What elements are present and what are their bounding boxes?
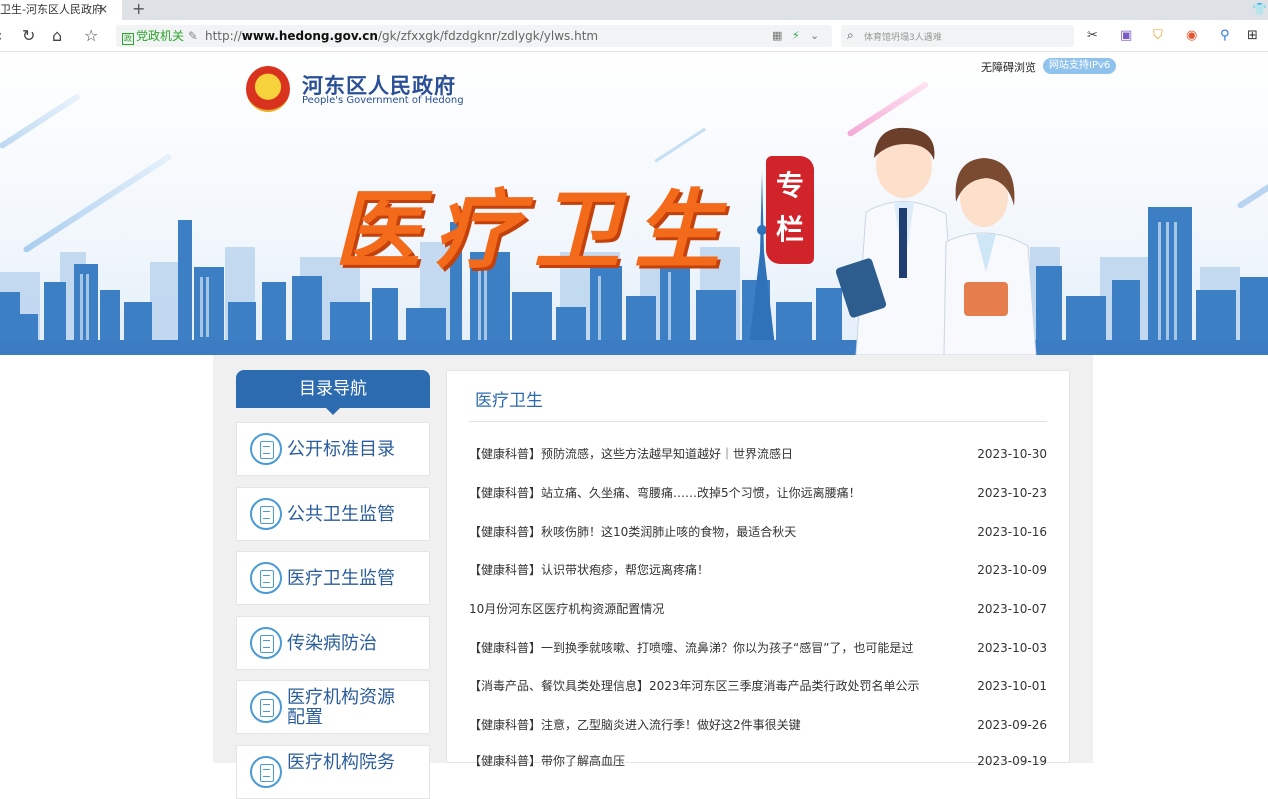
article-title[interactable]: 10月份河东区医疗机构资源配置情况 (469, 601, 664, 617)
back-icon[interactable]: ‹ (0, 26, 2, 46)
article-row[interactable]: 【健康科普】一到换季就咳嗽、打喷嚏、流鼻涕？你以为孩子“感冒”了，也可能是过 2… (469, 640, 1047, 658)
chevron-down-icon[interactable]: ⌄ (810, 28, 819, 44)
magnifier-icon[interactable]: ⚲ (1220, 27, 1230, 45)
site-name-en: People's Government of Hedong (302, 95, 464, 106)
sidebar-item-standard-catalog[interactable]: 公开标准目录 (236, 422, 430, 476)
article-date: 2023-10-01 (977, 679, 1047, 693)
article-row[interactable]: 【健康科普】预防流感，这些方法越早知道越好｜世界流感日 2023-10-30 (469, 446, 1047, 464)
skin-icon[interactable]: 👕 (1252, 2, 1267, 16)
header-banner: 河东区人民政府 People's Government of Hedong 无障… (0, 52, 1268, 355)
article-title[interactable]: 【健康科普】预防流感，这些方法越早知道越好｜世界流感日 (469, 446, 793, 462)
national-emblem-logo (246, 66, 290, 112)
divider (469, 421, 1047, 422)
article-title[interactable]: 【消毒产品、餐饮具类处理信息】2023年河东区三季度消毒产品类行政处罚名单公示 (469, 678, 920, 694)
url-text[interactable]: http://www.hedong.gov.cn/gk/zfxxgk/fdzdg… (205, 29, 598, 43)
article-row[interactable]: 【健康科普】站立痛、久坐痛、弯腰痛……改掉5个习惯，让你远离腰痛！ 2023-1… (469, 485, 1047, 503)
doctors-illustration (836, 127, 1037, 355)
sidebar-item-label: 医疗机构资源配置 (287, 687, 395, 728)
article-row[interactable]: 【健康科普】带你了解高血压 2023-09-19 (469, 753, 1047, 771)
article-date: 2023-10-09 (977, 563, 1047, 577)
search-box[interactable]: ⌕ 体育馆坍塌3人遇难 (841, 25, 1074, 47)
sidebar-item-resource-allocation[interactable]: 医疗机构资源配置 (236, 680, 430, 734)
address-bar[interactable]: 政党政机关 ✎ http://www.hedong.gov.cn/gk/zfxx… (116, 25, 832, 47)
article-date: 2023-10-23 (977, 486, 1047, 500)
shield-icon[interactable]: ⛉ (1153, 27, 1163, 45)
document-icon (250, 562, 282, 594)
article-title[interactable]: 【健康科普】一到换季就咳嗽、打喷嚏、流鼻涕？你以为孩子“感冒”了，也可能是过 (469, 640, 913, 656)
document-icon (250, 691, 282, 723)
bookmark-star-icon[interactable]: ☆ (84, 26, 98, 46)
document-icon (250, 756, 282, 788)
article-row[interactable]: 【健康科普】秋咳伤肺！这10类润肺止咳的食物，最适合秋天 2023-10-16 (469, 524, 1047, 542)
browser-tab[interactable]: 卫生-河东区人民政府 × (0, 0, 122, 20)
banner-title: 医疗卫生 (334, 180, 734, 281)
sidebar-item-label: 公共卫生监管 (287, 504, 395, 525)
url-path: /gk/zfxxgk/fdzdgknr/zdlygk/ylws.htm (377, 29, 599, 43)
url-domain: www.hedong.gov.cn (241, 29, 378, 43)
translate-icon[interactable]: ▣ (1120, 27, 1132, 45)
qr-code-icon[interactable]: ▦ (772, 28, 782, 44)
ipv6-badge: 网站支持IPv6 (1043, 58, 1117, 74)
search-icon: ⌕ (847, 28, 854, 42)
article-date: 2023-09-26 (977, 718, 1047, 732)
article-title[interactable]: 【健康科普】站立痛、久坐痛、弯腰痛……改掉5个习惯，让你远离腰痛！ (469, 485, 861, 501)
article-row[interactable]: 【健康科普】注意，乙型脑炎进入流行季！做好这2件事很关键 2023-09-26 (469, 717, 1047, 735)
browser-toolbar: ‹ ↻ ⌂ ☆ 政党政机关 ✎ http://www.hedong.gov.cn… (0, 20, 1268, 52)
document-icon (250, 498, 282, 530)
document-icon (250, 433, 282, 465)
browser-tab-bar: 卫生-河东区人民政府 × + 👕 (0, 0, 1268, 20)
sidebar-heading: 目录导航 (236, 370, 430, 415)
article-title[interactable]: 【健康科普】认识带状疱疹，帮您远离疼痛！ (469, 562, 709, 578)
sidebar-item-label: 公开标准目录 (287, 439, 395, 460)
new-tab-icon[interactable]: + (132, 0, 145, 18)
article-date: 2023-10-16 (977, 525, 1047, 539)
search-placeholder: 体育馆坍塌3人遇难 (864, 33, 942, 43)
article-title[interactable]: 【健康科普】秋咳伤肺！这10类润肺止咳的食物，最适合秋天 (469, 524, 796, 540)
sidebar-item-medical-supervision[interactable]: 医疗卫生监管 (236, 551, 430, 605)
gov-cert-badge[interactable]: 政党政机关 ✎ (122, 28, 198, 45)
sidebar-item-label: 医疗卫生监管 (287, 568, 395, 589)
document-icon (250, 627, 282, 659)
game-icon[interactable]: ◉ (1186, 27, 1197, 45)
article-date: 2023-09-19 (977, 754, 1047, 768)
article-row[interactable]: 【消毒产品、餐饮具类处理信息】2023年河东区三季度消毒产品类行政处罚名单公示 … (469, 678, 1047, 696)
panel-title: 医疗卫生 (475, 391, 543, 411)
article-list-panel: 医疗卫生 【健康科普】预防流感，这些方法越早知道越好｜世界流感日 2023-10… (446, 370, 1070, 768)
apps-grid-icon[interactable]: ⊞ (1247, 27, 1258, 45)
sidebar-item-label: 传染病防治 (287, 633, 377, 654)
cert-icon: 政 (122, 33, 134, 45)
lightning-icon[interactable]: ⚡ (792, 28, 800, 44)
sidebar-item-infectious-disease[interactable]: 传染病防治 (236, 616, 430, 670)
tab-title: 卫生-河东区人民政府 (0, 3, 103, 16)
home-icon[interactable]: ⌂ (52, 26, 62, 46)
accessibility-link[interactable]: 无障碍浏览 (981, 59, 1036, 75)
article-title[interactable]: 【健康科普】带你了解高血压 (469, 753, 625, 769)
scissors-icon[interactable]: ✂ (1087, 27, 1098, 45)
sidebar-item-label: 医疗机构院务 (287, 752, 395, 773)
article-date: 2023-10-30 (977, 447, 1047, 461)
article-title[interactable]: 【健康科普】注意，乙型脑炎进入流行季！做好这2件事很关键 (469, 717, 801, 733)
url-prefix: http:// (205, 29, 242, 43)
reload-icon[interactable]: ↻ (22, 26, 35, 46)
article-row[interactable]: 【健康科普】认识带状疱疹，帮您远离疼痛！ 2023-10-09 (469, 562, 1047, 580)
article-row[interactable]: 10月份河东区医疗机构资源配置情况 2023-10-07 (469, 601, 1047, 619)
banner-seal: 专栏 (766, 156, 814, 264)
article-date: 2023-10-03 (977, 641, 1047, 655)
sidebar-item-hospital-affairs[interactable]: 医疗机构院务 (236, 745, 430, 799)
sidebar-item-public-health[interactable]: 公共卫生监管 (236, 487, 430, 541)
article-date: 2023-10-07 (977, 602, 1047, 616)
tab-close-icon[interactable]: × (98, 0, 110, 19)
cert-label: 党政机关 (136, 29, 185, 43)
